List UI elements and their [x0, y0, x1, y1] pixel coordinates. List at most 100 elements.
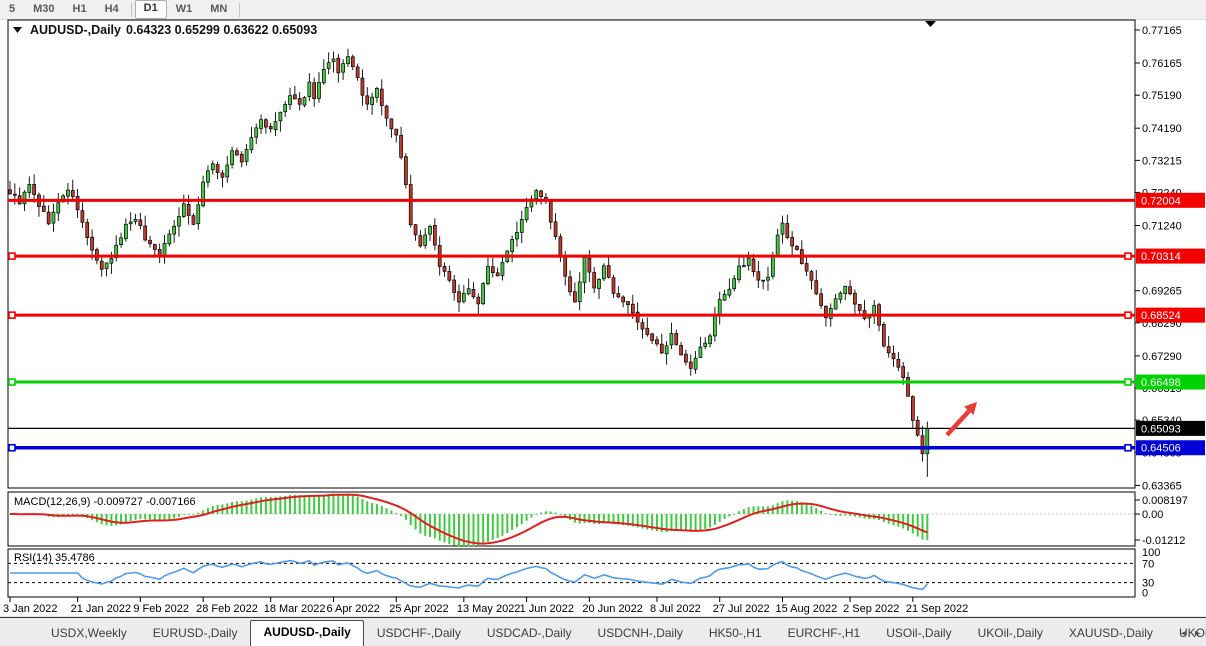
macd-bar [299, 495, 301, 514]
bear-candle [409, 185, 412, 225]
bear-candle [337, 58, 340, 73]
date-axis-label: 25 Apr 2022 [389, 603, 448, 615]
top-splitter-marker-icon[interactable] [925, 21, 936, 27]
macd-bar [738, 511, 740, 514]
macd-bar [555, 513, 557, 515]
macd-bar [820, 511, 822, 514]
bear-candle [593, 273, 596, 288]
bear-candle [892, 353, 895, 358]
bear-candle [805, 263, 808, 271]
macd-bar [825, 513, 827, 514]
bear-candle [404, 157, 407, 185]
bear-candle [496, 273, 499, 276]
toolbar-separator [239, 3, 240, 17]
macd-bar [332, 494, 334, 514]
bear-candle [588, 258, 591, 272]
tab-usdcnh-daily[interactable]: USDCNH-,Daily [585, 622, 696, 646]
resistance-line-2-handle[interactable] [9, 253, 15, 259]
macd-bar [197, 513, 199, 514]
macd-bar [545, 511, 547, 514]
macd-bar [444, 514, 446, 542]
support-line-blue-handle[interactable] [1125, 445, 1131, 451]
timeframe-button-h4[interactable]: H4 [96, 1, 128, 18]
macd-bar [168, 514, 170, 519]
macd-bar [419, 514, 421, 534]
rsi-label: RSI(14) 35.4786 [14, 552, 95, 564]
resistance-line-3-price-label-text: 0.68524 [1141, 310, 1181, 322]
bear-candle [13, 194, 16, 195]
toolbar-separator [131, 3, 132, 17]
macd-bar [337, 494, 339, 514]
bear-candle [882, 324, 885, 346]
bull-candle [346, 57, 349, 64]
tab-eurusd-daily[interactable]: EURUSD-,Daily [140, 622, 251, 646]
bull-candle [375, 88, 378, 97]
timeframe-button-h1[interactable]: H1 [64, 1, 96, 18]
support-line-green-handle[interactable] [9, 379, 15, 385]
date-axis-label: 3 Jan 2022 [3, 603, 57, 615]
tab-usoil-daily[interactable]: USOil-,Daily [873, 622, 964, 646]
macd-bar [347, 494, 349, 514]
bull-candle [66, 190, 69, 196]
resistance-line-2-handle[interactable] [1125, 253, 1131, 259]
tab-eurchf-h1[interactable]: EURCHF-,H1 [775, 622, 874, 646]
bull-candle [327, 63, 330, 69]
bull-candle [105, 263, 108, 269]
bear-candle [617, 294, 620, 297]
macd-bar [376, 504, 378, 514]
macd-bar [699, 514, 701, 530]
date-axis-label: 2 Sep 2022 [843, 603, 899, 615]
macd-bar [704, 514, 706, 529]
resistance-line-3-handle[interactable] [9, 312, 15, 318]
symbol-tab-bar: USDX,WeeklyEURUSD-,DailyAUDUSD-,DailyUSD… [0, 618, 1206, 646]
macd-bar [328, 494, 330, 514]
macd-bar [390, 511, 392, 514]
macd-bar [492, 514, 494, 540]
tab-ukoil-daily[interactable]: UKOil-,Daily [965, 622, 1056, 646]
date-axis-label: 27 Jul 2022 [713, 603, 770, 615]
tab-xauusd-daily[interactable]: XAUUSD-,Daily [1056, 622, 1166, 646]
support-line-blue-price-label-text: 0.64506 [1141, 443, 1181, 455]
timeframe-button-w1[interactable]: W1 [167, 1, 202, 18]
tab-usdchf-daily[interactable]: USDCHF-,Daily [364, 622, 474, 646]
bull-candle [279, 112, 282, 121]
tab-hk50-h1[interactable]: HK50-,H1 [696, 622, 775, 646]
resistance-line-3-handle[interactable] [1125, 312, 1131, 318]
bull-candle [342, 64, 345, 73]
timeframe-button-d1[interactable]: D1 [135, 0, 167, 19]
macd-axis-label: 0.00 [1142, 509, 1163, 521]
macd-bar [149, 514, 151, 519]
timeframe-button-5[interactable]: 5 [0, 1, 24, 18]
macd-axis-label: -0.01212 [1142, 535, 1185, 547]
tab-usdx-weekly[interactable]: USDX,Weekly [38, 622, 140, 646]
chart-title: AUDUSD-,Daily [30, 23, 121, 37]
bear-candle [187, 204, 190, 215]
bear-candle [622, 297, 625, 302]
mt4-window: 5M30H1H4 D1W1MN AUDUSD-,Daily 0.64323 0.6… [0, 0, 1206, 646]
macd-bar [405, 514, 407, 520]
tab-scroll-left-icon[interactable]: ◄ [1179, 628, 1188, 638]
bull-candle [738, 266, 741, 279]
symbol-dropdown-icon[interactable] [13, 27, 22, 33]
macd-bar [521, 514, 523, 524]
price-axis-label: 0.76165 [1142, 58, 1182, 70]
bull-candle [501, 262, 504, 275]
chart-canvas[interactable]: AUDUSD-,Daily 0.64323 0.65299 0.63622 0.… [0, 19, 1206, 618]
macd-bar [482, 514, 484, 544]
bull-candle [723, 294, 726, 300]
up-arrow-annotation[interactable] [947, 411, 969, 435]
tab-scroll-right-icon[interactable]: ► [1193, 628, 1202, 638]
macd-bar [902, 514, 904, 528]
bear-candle [390, 119, 393, 129]
support-line-blue-handle[interactable] [9, 445, 15, 451]
timeframe-button-m30[interactable]: M30 [24, 1, 63, 18]
macd-bar [690, 514, 692, 532]
macd-bar [361, 499, 363, 514]
timeframe-button-mn[interactable]: MN [201, 1, 236, 18]
tab-audusd-daily[interactable]: AUDUSD-,Daily [250, 620, 363, 646]
macd-bar [835, 514, 837, 516]
tab-usdcad-daily[interactable]: USDCAD-,Daily [474, 622, 585, 646]
date-axis-label: 15 Aug 2022 [775, 603, 837, 615]
bear-candle [921, 436, 924, 454]
support-line-green-handle[interactable] [1125, 379, 1131, 385]
